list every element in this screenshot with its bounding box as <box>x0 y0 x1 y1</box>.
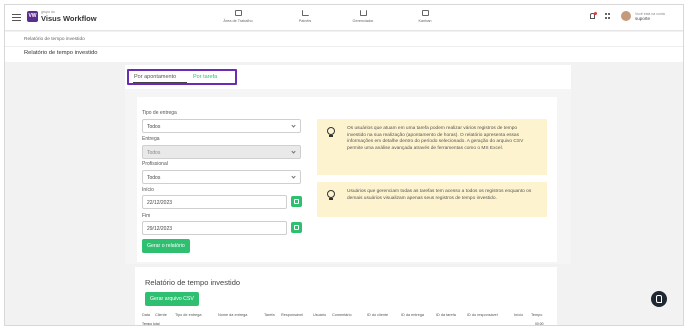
column-header[interactable]: Tipo de entrega <box>175 313 201 317</box>
column-header[interactable]: ID da tarefa <box>436 313 456 317</box>
calendar-icon[interactable] <box>291 196 302 207</box>
inicio-label: Início <box>142 187 154 193</box>
nav-label: Área de Trabalho <box>223 19 253 23</box>
entrega-value: Todos <box>147 150 161 156</box>
monitor-icon <box>234 10 242 16</box>
chevron-down-icon <box>291 123 296 128</box>
chevron-down-icon <box>291 174 296 179</box>
breadcrumb[interactable]: Relatório de tempo investido <box>24 37 85 42</box>
column-header[interactable]: Nome da entrega <box>218 313 247 317</box>
column-header[interactable]: ID do cliente <box>367 313 388 317</box>
column-header[interactable]: Cliente <box>155 313 167 317</box>
total-label: Tempo total <box>142 322 160 326</box>
fim-label: Fim <box>142 213 151 219</box>
nav-item-area-de-trabalho[interactable]: Área de Trabalho <box>213 10 263 23</box>
active-tab-indicator <box>133 82 187 83</box>
avatar[interactable] <box>621 11 631 21</box>
chat-support-icon[interactable] <box>651 291 667 307</box>
report-title: Relatório de tempo investido <box>145 278 241 287</box>
hierarchy-icon <box>359 10 367 16</box>
column-header[interactable]: Data <box>142 313 150 317</box>
info-note: Os usuários que atuam em uma tarefa pode… <box>317 119 547 175</box>
account-name[interactable]: suporte <box>635 16 650 21</box>
nav-item-paineis[interactable]: Painéis <box>280 10 330 23</box>
column-header[interactable]: Início <box>514 313 523 317</box>
board-icon <box>421 10 429 16</box>
info-note-text: Usuários que gerenciam todas as tarefas … <box>347 189 532 201</box>
logo-title: Visus Workflow <box>41 13 97 23</box>
column-header[interactable]: Responsável <box>281 313 303 317</box>
info-note-text: Os usuários que atuam em uma tarefa pode… <box>347 126 524 151</box>
tipo-entrega-value: Todos <box>147 124 161 130</box>
column-header[interactable]: Usuário <box>313 313 326 317</box>
divider <box>5 46 683 47</box>
notification-badge <box>594 12 597 15</box>
tab-por-tarefa[interactable]: Por tarefa <box>193 74 217 80</box>
entrega-label: Entrega <box>142 136 160 142</box>
total-value: 00:00 <box>535 322 544 326</box>
lightbulb-icon <box>327 190 337 202</box>
apps-grid-icon[interactable] <box>605 13 611 19</box>
info-note: Usuários que gerenciam todas as tarefas … <box>317 182 547 217</box>
page-title: Relatório de tempo investido <box>24 50 98 56</box>
chevron-down-icon <box>291 149 296 154</box>
column-header[interactable]: Tempo <box>531 313 542 317</box>
tipo-entrega-label: Tipo de entrega <box>142 110 177 116</box>
profissional-select[interactable]: Todos <box>142 170 301 184</box>
nav-label: Gerenciador <box>352 19 374 23</box>
nav-label: Painéis <box>298 19 312 23</box>
column-header[interactable]: ID da entrega <box>401 313 424 317</box>
logo-badge-icon: VW <box>27 11 38 22</box>
lightbulb-icon <box>327 127 337 139</box>
column-header[interactable]: ID do responsável <box>467 313 498 317</box>
generate-report-button[interactable]: Gerar o relatório <box>142 239 190 253</box>
profissional-value: Todos <box>147 175 161 181</box>
fim-date-input[interactable]: 29/12/2023 <box>142 221 287 235</box>
tipo-entrega-select[interactable]: Todos <box>142 119 301 133</box>
page-header: Relatório de tempo investido Relatório d… <box>5 32 683 62</box>
menu-icon[interactable] <box>12 14 21 21</box>
column-header[interactable]: Tarefa <box>264 313 275 317</box>
nav-item-gerenciador[interactable]: Gerenciador <box>338 10 388 23</box>
nav-item-kanban[interactable]: Kanban <box>400 10 450 23</box>
app-window: VW grupo do Visus Workflow Área de Traba… <box>4 4 684 326</box>
entrega-select: Todos <box>142 145 301 159</box>
tab-por-apontamento[interactable]: Por apontamento <box>134 74 176 80</box>
inicio-date-input[interactable]: 22/12/2023 <box>142 195 287 209</box>
profissional-label: Profissional <box>142 161 168 167</box>
bar-chart-icon <box>301 10 309 16</box>
top-navbar: VW grupo do Visus Workflow Área de Traba… <box>5 5 683 31</box>
app-logo[interactable]: VW grupo do Visus Workflow <box>27 10 97 23</box>
generate-csv-button[interactable]: Gerar arquivo CSV <box>145 292 199 306</box>
column-header[interactable]: Comentário <box>332 313 352 317</box>
calendar-icon[interactable] <box>291 222 302 233</box>
nav-label: Kanban <box>418 19 432 23</box>
